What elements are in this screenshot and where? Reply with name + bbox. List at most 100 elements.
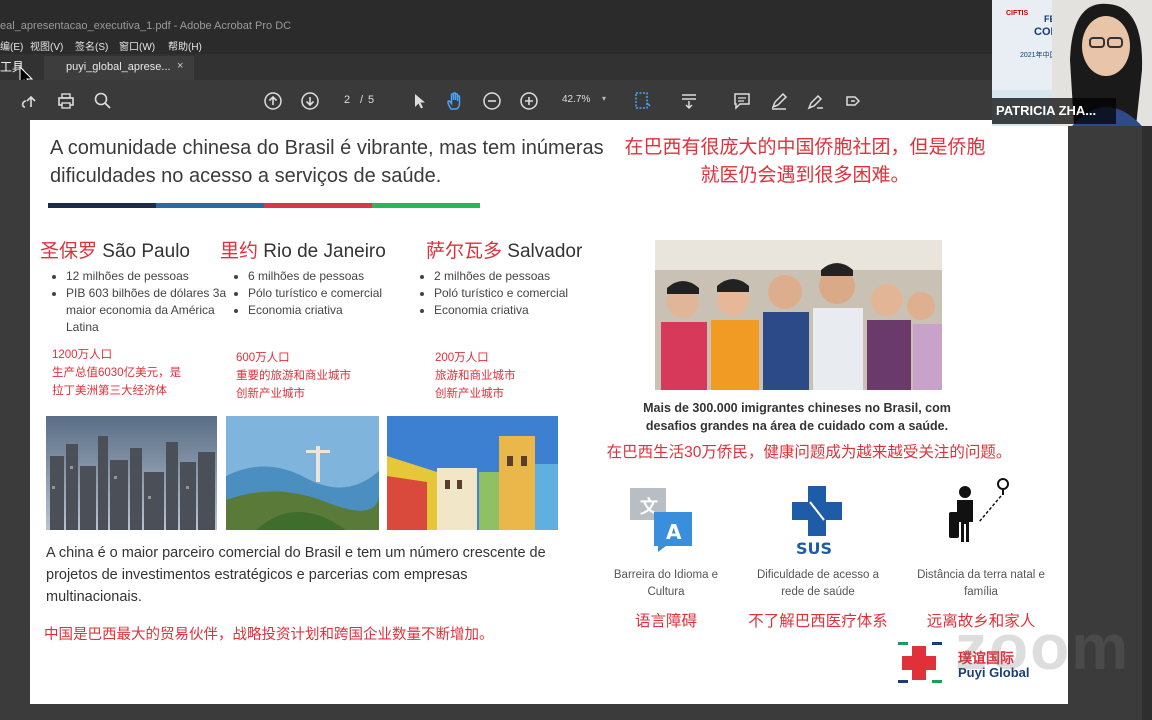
- note-line: 旅游和商业城市: [435, 370, 516, 382]
- page-total: 5: [368, 94, 375, 106]
- city-title-salvador: 萨尔瓦多 Salvador: [426, 236, 582, 263]
- page-indicator[interactable]: 2 / 5: [330, 90, 388, 110]
- note-line: 创新产业城市: [435, 388, 504, 400]
- accent-bar-segment: [156, 203, 264, 208]
- page-separator: /: [360, 94, 364, 106]
- city-note-rio: 600万人口 重要的旅游和商业城市 创新产业城市: [236, 349, 351, 403]
- distance-caption: Distância da terra natal e família: [917, 569, 1045, 598]
- sao-paulo-photo: [46, 416, 217, 530]
- translate-icon: 文A: [628, 486, 696, 554]
- city-bullets-rio: 6 milhões de pessoas Pólo turístico e co…: [234, 268, 384, 319]
- page-fit-icon[interactable]: [632, 90, 654, 112]
- note-line: 600万人口: [236, 352, 290, 364]
- next-page-icon[interactable]: [299, 90, 321, 112]
- access-difficulty-caption: Dificuldade de acesso a rede de saúde: [756, 569, 880, 598]
- immigrants-caption-line2: desafios grandes na área de cuidado com …: [645, 419, 949, 433]
- puyi-global-logo-icon: [892, 636, 948, 690]
- menu-window[interactable]: 窗口(W): [119, 38, 155, 53]
- translate-icon-glyph-en: A: [666, 520, 682, 544]
- city-title-rio: 里约 Rio de Janeiro: [220, 236, 386, 263]
- immigrants-caption-cn: 在巴西生活30万侨民，健康问题成为越来越受关注的问题。: [606, 444, 1012, 461]
- immigrants-caption-pt: Mais de 300.000 imigrantes chineses no B…: [622, 399, 972, 435]
- menu-edit[interactable]: 编(E): [0, 38, 23, 53]
- city-title-sao-paulo: 圣保罗 São Paulo: [40, 236, 190, 263]
- note-line: 200万人口: [435, 352, 489, 364]
- slide-heading-cn-line1: 在巴西有很庞大的中国侨胞社团，但是侨胞: [624, 137, 986, 158]
- list-item: 12 milhões de pessoas: [66, 268, 230, 285]
- menu-bar: 编(E) 视图(V) 签名(S) 窗口(W) 帮助(H): [0, 36, 1152, 54]
- access-difficulty-caption-cn: 不了解巴西医疗体系: [748, 613, 888, 630]
- list-item: Pólo turístico e comercial: [248, 285, 384, 302]
- zoom-dropdown-icon[interactable]: ▾: [602, 94, 606, 103]
- immigrants-caption-line1: Mais de 300.000 imigrantes chineses no B…: [643, 401, 951, 415]
- webcam-overlay: CIFTIS FEIRA COME 2021年中国服 PATRICIA ZHA.…: [992, 0, 1152, 126]
- barrier-language-caption-cn: 语言障碍: [634, 613, 697, 630]
- previous-page-icon[interactable]: [262, 90, 284, 112]
- tab-document-label: puyi_global_aprese...: [66, 61, 171, 73]
- zoom-out-icon[interactable]: [481, 90, 503, 112]
- print-icon[interactable]: [55, 90, 77, 112]
- scroll-mode-icon[interactable]: [678, 90, 700, 112]
- sign-icon[interactable]: [805, 90, 827, 112]
- hand-tool-icon[interactable]: [444, 90, 466, 112]
- note-line: 生产总值6030亿美元，是: [52, 367, 182, 379]
- city-name-cn: 圣保罗: [40, 241, 98, 262]
- bottom-paragraph-pt: A china é o maior parceiro comercial do …: [46, 545, 546, 605]
- pdf-page: A comunidade chinesa do Brasil é vibrant…: [30, 120, 1068, 704]
- menu-view[interactable]: 视图(V): [30, 38, 63, 53]
- accent-bar-segment: [264, 203, 372, 208]
- menu-sign[interactable]: 签名(S): [75, 38, 108, 53]
- rio-de-janeiro-photo: [226, 416, 379, 530]
- participant-name-tag: PATRICIA ZHA...: [992, 98, 1116, 124]
- chinese-immigrants-photo: [655, 240, 942, 390]
- event-logo-text: CIFTIS: [1006, 10, 1029, 17]
- barrier-language-caption: Barreira do Idioma e Cultura: [613, 569, 719, 598]
- zoom-watermark: zoom: [955, 611, 1131, 683]
- select-arrow-icon[interactable]: [408, 90, 430, 112]
- accent-bar: [48, 203, 480, 208]
- vertical-scrollbar[interactable]: [1142, 120, 1152, 720]
- list-item: 6 milhões de pessoas: [248, 268, 384, 285]
- tab-document[interactable]: puyi_global_aprese... ×: [44, 56, 194, 80]
- comment-icon[interactable]: [731, 90, 753, 112]
- city-bullets-sao-paulo: 12 milhões de pessoas PIB 603 bilhões de…: [52, 268, 230, 336]
- participant-name: PATRICIA ZHA...: [996, 103, 1097, 118]
- city-name-cn: 萨尔瓦多: [426, 241, 503, 262]
- note-line: 拉丁美洲第三大经济体: [52, 385, 167, 397]
- city-note-salvador: 200万人口 旅游和商业城市 创新产业城市: [435, 349, 516, 403]
- city-name-pt: Salvador: [507, 241, 583, 262]
- list-item: Economia criativa: [248, 302, 384, 319]
- highlight-pen-icon[interactable]: [768, 90, 790, 112]
- city-name-cn: 里约: [220, 241, 259, 262]
- menu-help[interactable]: 帮助(H): [168, 38, 202, 53]
- city-name-pt: Rio de Janeiro: [263, 241, 386, 262]
- note-line: 1200万人口: [52, 349, 113, 361]
- page-current-input[interactable]: 2: [344, 94, 350, 106]
- salvador-photo: [387, 416, 558, 530]
- city-bullets-salvador: 2 milhões de pessoas Poló turístico e co…: [420, 268, 570, 319]
- zoom-in-icon[interactable]: [518, 90, 540, 112]
- list-item: Economia criativa: [434, 302, 570, 319]
- accent-bar-segment: [372, 203, 480, 208]
- traveler-luggage-icon: [945, 474, 1015, 546]
- bottom-paragraph-cn: 中国是巴西最大的贸易伙伴，战略投资计划和跨国企业数量不断增加。: [44, 627, 494, 643]
- share-icon[interactable]: [842, 90, 864, 112]
- window-title: eal_apresentacao_executiva_1.pdf - Adobe…: [0, 20, 292, 32]
- slide-heading-cn-line2: 就医仍会遇到很多困难。: [700, 165, 910, 186]
- zoom-level[interactable]: 42.7%: [562, 94, 590, 105]
- note-line: 创新产业城市: [236, 388, 305, 400]
- list-item: Poló turístico e comercial: [434, 285, 570, 302]
- list-item: 2 milhões de pessoas: [434, 268, 570, 285]
- sus-icon-label: SUS: [796, 539, 832, 558]
- accent-bar-segment: [48, 203, 156, 208]
- note-line: 重要的旅游和商业城市: [236, 370, 351, 382]
- slide-heading-cn: 在巴西有很庞大的中国侨胞社团，但是侨胞 就医仍会遇到很多困难。: [595, 134, 1015, 190]
- city-name-pt: São Paulo: [102, 241, 190, 262]
- city-note-sao-paulo: 1200万人口 生产总值6030亿美元，是 拉丁美洲第三大经济体: [52, 346, 181, 400]
- upload-icon[interactable]: [20, 90, 42, 112]
- sus-health-icon: SUS: [790, 484, 846, 558]
- close-tab-icon[interactable]: ×: [177, 60, 183, 72]
- search-icon[interactable]: [92, 90, 114, 112]
- window-title-bar: eal_apresentacao_executiva_1.pdf - Adobe…: [0, 0, 1152, 36]
- slide-heading-pt: A comunidade chinesa do Brasil é vibrant…: [50, 137, 604, 187]
